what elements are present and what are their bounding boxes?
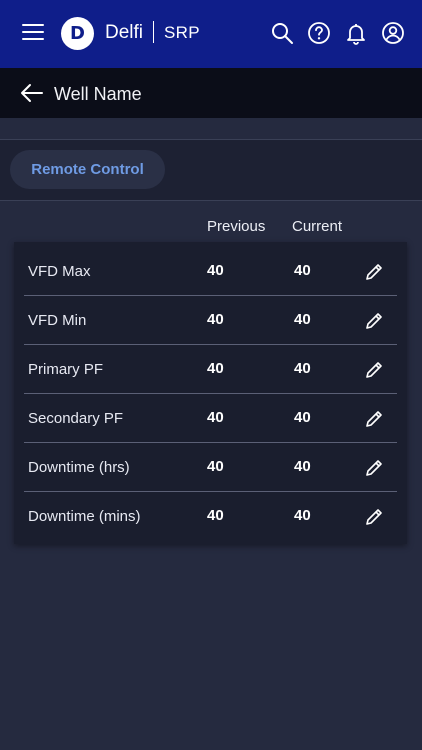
column-header-previous: Previous — [207, 218, 266, 235]
row-label: Secondary PF — [28, 410, 124, 427]
edit-pencil-icon[interactable] — [364, 262, 384, 282]
current-value: 40 — [294, 458, 311, 475]
back-arrow-icon[interactable] — [20, 82, 44, 104]
row-label: VFD Min — [28, 312, 87, 329]
previous-value: 40 — [207, 409, 224, 426]
previous-value: 40 — [207, 458, 224, 475]
table-row: Secondary PF 40 40 — [24, 393, 397, 443]
remote-control-table: VFD Max 40 40 VFD Min 40 40 Primary PF 4… — [14, 242, 407, 544]
previous-value: 40 — [207, 311, 224, 328]
previous-value: 40 — [207, 507, 224, 524]
tab-remote-control[interactable]: Remote Control — [10, 150, 165, 189]
edit-pencil-icon[interactable] — [364, 360, 384, 380]
page-title: Well Name — [54, 84, 142, 104]
edit-pencil-icon[interactable] — [364, 311, 384, 331]
edit-pencil-icon[interactable] — [364, 507, 384, 527]
row-label: Downtime (hrs) — [28, 459, 130, 476]
current-value: 40 — [294, 507, 311, 524]
help-icon[interactable] — [307, 21, 331, 45]
bell-icon[interactable] — [344, 21, 368, 45]
brand-name: Delfi — [105, 22, 144, 43]
table-row: VFD Min 40 40 — [24, 295, 397, 345]
current-value: 40 — [294, 311, 311, 328]
current-value: 40 — [294, 360, 311, 377]
column-header-current: Current — [292, 218, 343, 235]
current-value: 40 — [294, 409, 311, 426]
current-value: 40 — [294, 262, 311, 279]
search-icon[interactable] — [270, 21, 294, 45]
previous-value: 40 — [207, 262, 224, 279]
row-label: Primary PF — [28, 361, 103, 378]
product-name: SRP — [164, 23, 200, 42]
table-row: Primary PF 40 40 — [24, 344, 397, 394]
menu-icon[interactable] — [22, 24, 44, 42]
row-label: Downtime (mins) — [28, 508, 141, 525]
previous-value: 40 — [207, 360, 224, 377]
edit-pencil-icon[interactable] — [364, 409, 384, 429]
table-row: Downtime (hrs) 40 40 — [24, 442, 397, 492]
edit-pencil-icon[interactable] — [364, 458, 384, 478]
brand-divider — [153, 21, 154, 43]
table-row: VFD Max 40 40 — [24, 246, 397, 296]
delfi-logo: D — [61, 17, 94, 50]
row-label: VFD Max — [28, 263, 91, 280]
table-row: Downtime (mins) 40 40 — [24, 491, 397, 540]
user-icon[interactable] — [381, 21, 405, 45]
